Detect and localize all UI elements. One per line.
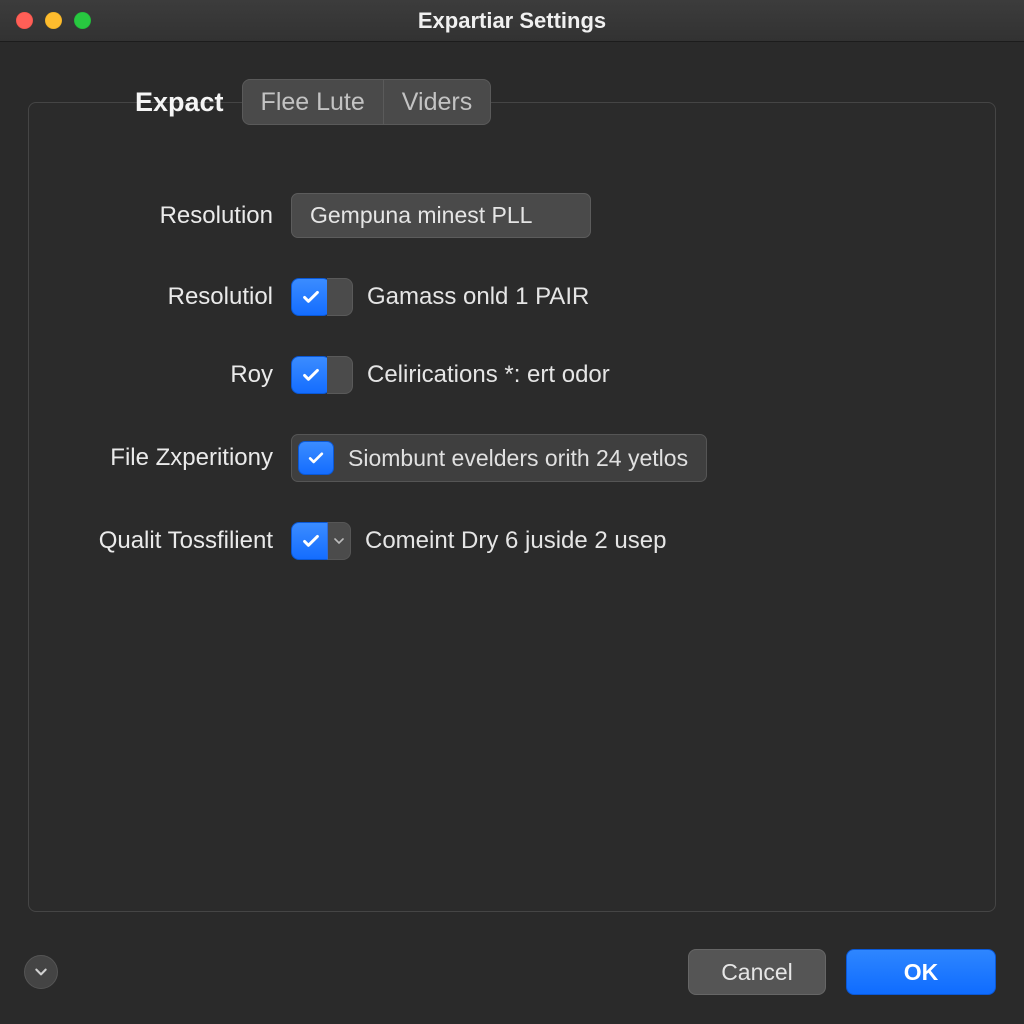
row-file-zxperitiony: File Zxperitiony Siombunt evelders orith… [63, 434, 961, 482]
resolution-select[interactable]: Gempuna minest PLL [291, 193, 591, 238]
roy-checkbox[interactable] [291, 356, 331, 394]
resolutiol-text: Gamass onld 1 PAIR [367, 283, 589, 311]
chevron-down-icon [334, 536, 344, 546]
qualit-tossfilient-dropdown[interactable] [327, 522, 351, 560]
zoom-window-button[interactable] [74, 12, 91, 29]
row-resolutiol: Resolutiol Gamass onld 1 PAIR [63, 278, 961, 316]
file-zxperitiony-label: File Zxperitiony [63, 444, 273, 472]
titlebar: Expartiar Settings [0, 0, 1024, 42]
row-roy: Roy Celirications *: ert odor [63, 356, 961, 394]
chevron-down-icon [34, 965, 48, 979]
check-icon [300, 286, 322, 308]
window-title: Expartiar Settings [0, 8, 1024, 34]
row-resolution: Resolution Gempuna minest PLL [63, 193, 961, 238]
check-icon [300, 364, 322, 386]
file-zxperitiony-text: Siombunt evelders orith 24 yetlos [348, 445, 688, 472]
file-zxperitiony-field[interactable]: Siombunt evelders orith 24 yetlos [291, 434, 707, 482]
qualit-tossfilient-label: Qualit Tossfilient [63, 527, 273, 555]
qualit-tossfilient-checkbox[interactable] [291, 522, 331, 560]
tab-flee-lute[interactable]: Flee Lute [243, 80, 384, 124]
roy-text: Celirications *: ert odor [367, 361, 610, 389]
disclosure-button[interactable] [24, 955, 58, 989]
tab-segment-group: Flee Lute Viders [242, 79, 492, 125]
tab-bar: Expact Flee Lute Viders [129, 79, 491, 125]
tab-expact[interactable]: Expact [129, 83, 230, 122]
minimize-window-button[interactable] [45, 12, 62, 29]
qualit-tossfilient-text: Comeint Dry 6 juside 2 usep [365, 527, 666, 555]
roy-checkbox-ext [327, 356, 353, 394]
resolution-select-value: Gempuna minest PLL [310, 202, 532, 229]
check-icon [300, 530, 322, 552]
file-zxperitiony-checkbox[interactable] [298, 441, 334, 475]
roy-label: Roy [63, 361, 273, 389]
settings-panel: Expact Flee Lute Viders Resolution Gempu… [28, 102, 996, 912]
ok-button[interactable]: OK [846, 949, 996, 995]
window-controls [16, 12, 91, 29]
resolution-label: Resolution [63, 202, 273, 230]
tab-viders[interactable]: Viders [384, 80, 490, 124]
row-qualit-tossfilient: Qualit Tossfilient Comeint Dry 6 juside … [63, 522, 961, 560]
cancel-button[interactable]: Cancel [688, 949, 826, 995]
resolutiol-label: Resolutiol [63, 283, 273, 311]
resolutiol-checkbox[interactable] [291, 278, 331, 316]
close-window-button[interactable] [16, 12, 33, 29]
resolutiol-checkbox-ext [327, 278, 353, 316]
check-icon [306, 448, 326, 468]
dialog-footer: Cancel OK [0, 938, 1024, 1024]
